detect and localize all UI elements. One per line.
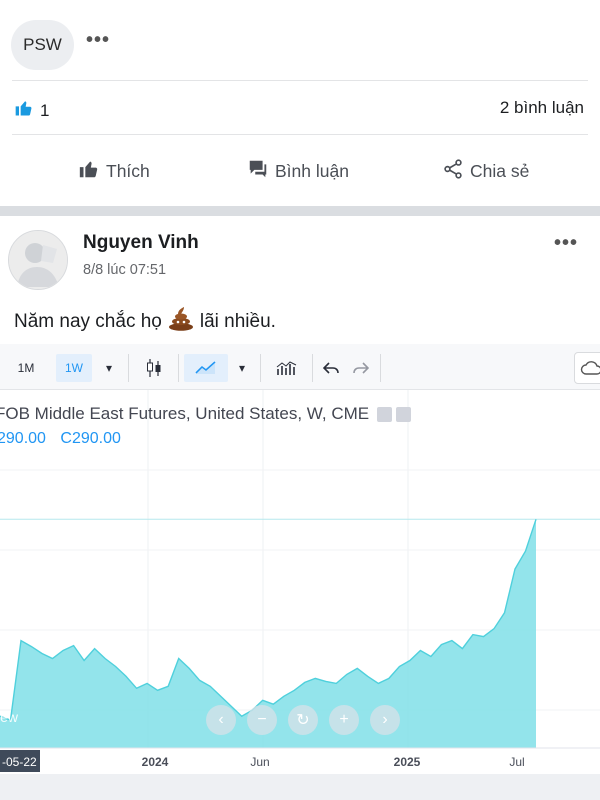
visibility-icon[interactable] xyxy=(377,406,393,422)
post-text: Năm nay chắc họ lãi nhiều. xyxy=(14,307,276,337)
interval-1m-button[interactable]: 1M xyxy=(8,354,44,382)
previous-post-footer: PSW ••• xyxy=(0,0,600,90)
zoom-in-icon[interactable]: + xyxy=(329,705,359,735)
author-avatar[interactable] xyxy=(8,230,68,290)
x-tick-label: Jul xyxy=(509,755,524,769)
like-label: Thích xyxy=(106,161,150,181)
cloud-save-icon[interactable] xyxy=(574,352,600,384)
start-date-label: -05-22 xyxy=(2,755,37,769)
chart-image[interactable]: 1M 1W ▾ ▾ ew -05-22 2024 Jun 2025 Jul FO… xyxy=(0,344,600,774)
ohlc-close-label: C xyxy=(60,430,72,447)
comment-label: Bình luận xyxy=(275,161,349,181)
toolbar-divider xyxy=(128,354,129,382)
reset-icon[interactable]: ↻ xyxy=(288,705,318,735)
chart-title-text: FOB Middle East Futures, United States, … xyxy=(0,404,370,423)
area-chart-icon[interactable] xyxy=(184,354,228,382)
title-icons xyxy=(377,406,412,422)
post-text-end: lãi nhiều. xyxy=(199,311,276,332)
ohlc-open-value: 290.00 xyxy=(0,430,46,447)
zoom-out-icon[interactable]: − xyxy=(247,705,277,735)
reactions-row: 1 2 bình luận xyxy=(0,92,600,126)
chart-title: FOB Middle East Futures, United States, … xyxy=(0,404,412,424)
author-name[interactable]: Nguyen Vinh xyxy=(83,232,199,254)
divider xyxy=(12,134,588,135)
toolbar-divider xyxy=(312,354,313,382)
toolbar-divider xyxy=(380,354,381,382)
ohlc-values: 290.00 C290.00 xyxy=(0,430,121,448)
post-text-start: Năm nay chắc họ xyxy=(14,311,162,332)
post-actions: Thích Bình luận Chia sẻ xyxy=(0,158,600,198)
interval-1w-button[interactable]: 1W xyxy=(56,354,92,382)
psw-chip[interactable]: PSW xyxy=(11,20,74,70)
share-label: Chia sẻ xyxy=(470,161,530,181)
share-icon xyxy=(442,158,464,185)
post-more-icon[interactable]: ••• xyxy=(554,232,578,255)
x-tick-label: Jun xyxy=(250,755,269,769)
chart-type-dropdown-icon[interactable]: ▾ xyxy=(230,354,254,382)
scroll-left-icon[interactable]: ‹ xyxy=(206,705,236,735)
undo-icon[interactable] xyxy=(318,354,344,382)
x-tick-label: 2025 xyxy=(394,755,421,769)
share-button[interactable]: Chia sẻ xyxy=(442,158,529,185)
more-options-icon[interactable]: ••• xyxy=(86,29,110,52)
x-tick-label: 2024 xyxy=(142,755,169,769)
facebook-feed: PSW ••• 1 2 bình luận Thích Bình luận Ch… xyxy=(0,0,600,800)
like-button[interactable]: Thích xyxy=(78,158,150,185)
watermark-text: view xyxy=(0,709,19,725)
divider xyxy=(12,80,588,81)
candles-icon[interactable] xyxy=(136,354,172,382)
post-timestamp[interactable]: 8/8 lúc 07:51 xyxy=(83,262,166,278)
comment-button[interactable]: Bình luận xyxy=(247,158,349,185)
redo-icon[interactable] xyxy=(348,354,374,382)
post-separator xyxy=(0,206,600,216)
comment-count[interactable]: 2 bình luận xyxy=(500,98,584,118)
feed-bottom-strip xyxy=(0,774,600,800)
thumbs-up-icon xyxy=(78,158,100,185)
settings-icon[interactable] xyxy=(396,406,412,422)
ohlc-close-value: 290.00 xyxy=(71,430,121,447)
comment-icon xyxy=(247,158,269,185)
interval-dropdown-icon[interactable]: ▾ xyxy=(96,354,122,382)
like-count[interactable]: 1 xyxy=(14,98,49,123)
zoom-controls: ‹ − ↻ + › xyxy=(206,705,400,735)
chart-toolbar: 1M 1W ▾ ▾ xyxy=(0,344,600,390)
like-count-value: 1 xyxy=(40,100,50,120)
indicators-icon[interactable] xyxy=(268,354,306,382)
like-reaction-icon xyxy=(14,98,34,123)
toolbar-divider xyxy=(178,354,179,382)
poo-emoji-icon xyxy=(168,307,194,337)
scroll-right-icon[interactable]: › xyxy=(370,705,400,735)
toolbar-divider xyxy=(260,354,261,382)
